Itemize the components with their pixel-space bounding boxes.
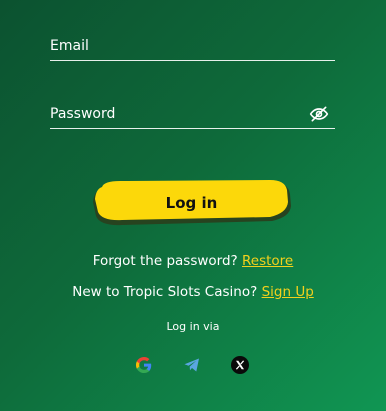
login-button[interactable]: Log in bbox=[92, 180, 291, 226]
telegram-icon[interactable] bbox=[183, 356, 201, 374]
forgot-password-text: Forgot the password? bbox=[92, 253, 238, 269]
forgot-password-row: Forgot the password? Restore bbox=[0, 253, 386, 269]
restore-link[interactable]: Restore bbox=[242, 253, 293, 269]
hide-password-icon[interactable] bbox=[309, 104, 329, 124]
password-field[interactable] bbox=[50, 102, 335, 129]
email-field[interactable] bbox=[50, 34, 335, 61]
login-via-heading: Log in via bbox=[166, 320, 220, 333]
password-input[interactable] bbox=[50, 102, 300, 126]
email-input[interactable] bbox=[50, 34, 300, 58]
signup-link[interactable]: Sign Up bbox=[262, 284, 314, 300]
google-icon[interactable] bbox=[135, 356, 153, 374]
x-icon[interactable] bbox=[231, 356, 249, 374]
signup-text: New to Tropic Slots Casino? bbox=[72, 284, 258, 300]
signup-row: New to Tropic Slots Casino? Sign Up bbox=[0, 284, 386, 300]
login-button-label: Log in bbox=[165, 194, 218, 212]
